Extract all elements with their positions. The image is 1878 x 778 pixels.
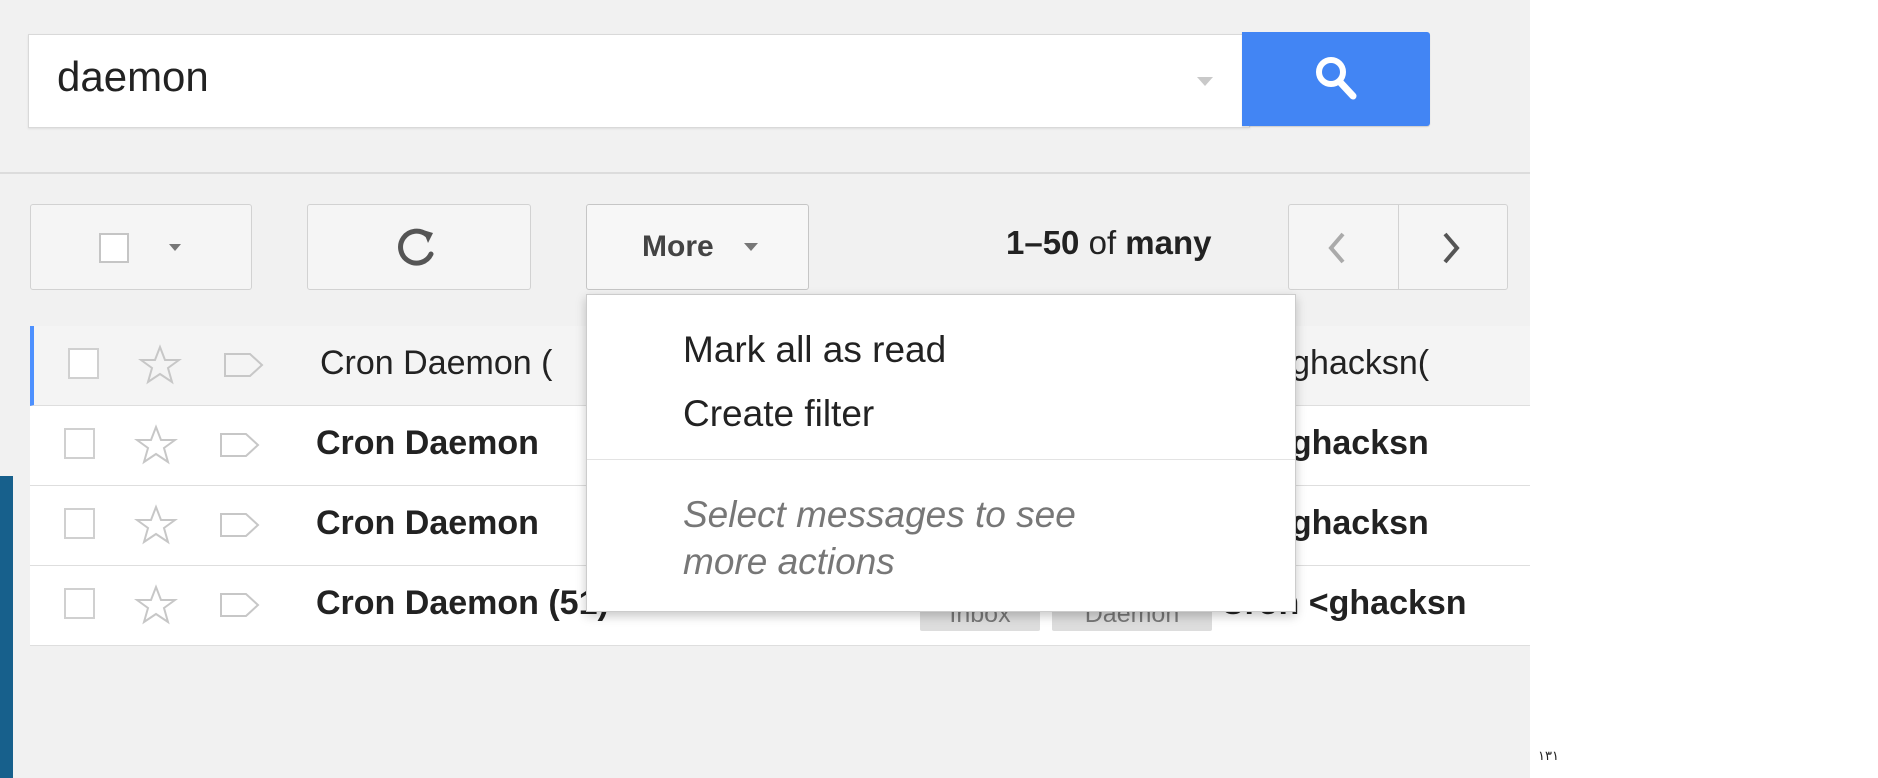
message-range: 1–50: [1006, 224, 1080, 261]
pager-separator: [1398, 205, 1399, 289]
message-checkbox[interactable]: [64, 428, 95, 459]
refresh-icon: [398, 228, 434, 266]
menu-item-create-filter[interactable]: Create filter: [683, 393, 874, 435]
more-caret-icon: [744, 243, 758, 251]
search-icon: [1316, 57, 1357, 100]
message-checkbox[interactable]: [64, 508, 95, 539]
label-icon[interactable]: [218, 431, 262, 459]
message-count-of: of: [1079, 224, 1126, 261]
gmail-shell: daemon More 1–50 of many Cron Daemon (o…: [0, 0, 1530, 778]
message-sender[interactable]: Cron Daemon (: [320, 344, 552, 383]
next-page-icon[interactable]: [1437, 228, 1465, 268]
label-icon[interactable]: [222, 351, 266, 379]
search-query[interactable]: daemon: [57, 53, 209, 101]
search-button[interactable]: [1242, 32, 1430, 126]
more-button-label: More: [642, 230, 714, 263]
select-all-button[interactable]: [30, 204, 252, 290]
message-sender[interactable]: Cron Daemon: [316, 424, 539, 463]
page-number: ١٣١: [1538, 748, 1559, 763]
menu-help-text: Select messages to see more actions: [683, 494, 1076, 582]
pagination-controls: [1288, 204, 1508, 290]
star-icon[interactable]: [134, 423, 178, 467]
star-icon[interactable]: [138, 343, 182, 387]
toolbar-divider: [0, 172, 1530, 174]
select-checkbox[interactable]: [99, 233, 129, 263]
search-options-dropdown-icon[interactable]: [1197, 77, 1213, 86]
left-edge-accent: [0, 476, 13, 778]
label-icon[interactable]: [218, 591, 262, 619]
star-icon[interactable]: [134, 583, 178, 627]
more-actions-menu: Mark all as read Create filter Select me…: [586, 294, 1296, 612]
select-menu-caret-icon: [169, 244, 181, 251]
more-button[interactable]: More: [586, 204, 809, 290]
message-count: 1–50 of many: [1006, 224, 1212, 262]
previous-page-icon[interactable]: [1323, 228, 1351, 268]
star-icon[interactable]: [134, 503, 178, 547]
message-total: many: [1125, 224, 1212, 261]
menu-separator: [587, 459, 1295, 460]
message-sender[interactable]: Cron Daemon: [316, 504, 539, 543]
menu-item-mark-all-read[interactable]: Mark all as read: [683, 329, 946, 371]
search-bar[interactable]: daemon: [28, 34, 1250, 128]
message-checkbox[interactable]: [68, 348, 99, 379]
label-icon[interactable]: [218, 511, 262, 539]
message-sender[interactable]: Cron Daemon (51): [316, 584, 609, 623]
refresh-button[interactable]: [307, 204, 531, 290]
message-checkbox[interactable]: [64, 588, 95, 619]
